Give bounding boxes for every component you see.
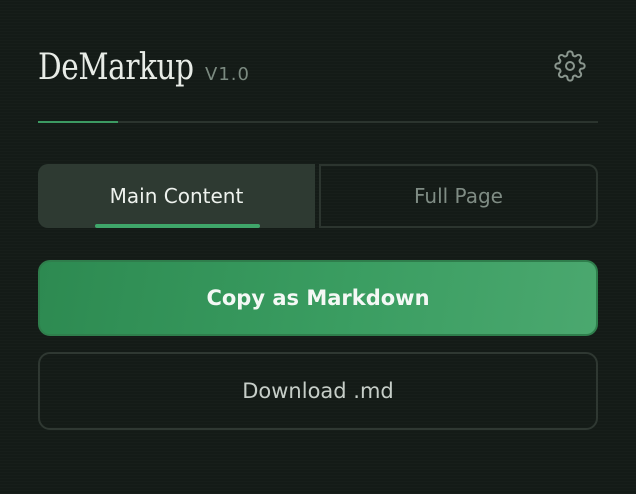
app-title: DeMarkup: [38, 47, 194, 88]
header-divider: [38, 121, 598, 123]
download-button-label: Download .md: [242, 379, 394, 403]
header: DeMarkup V1.0: [38, 44, 598, 94]
tab-main-content-label: Main Content: [109, 184, 244, 208]
copy-as-markdown-button[interactable]: Copy as Markdown: [38, 260, 598, 336]
settings-button[interactable]: [552, 48, 588, 84]
mode-tabs: Main Content Full Page: [38, 164, 598, 228]
gear-icon: [554, 50, 586, 82]
tab-full-page-label: Full Page: [414, 184, 503, 208]
download-md-button[interactable]: Download .md: [38, 352, 598, 430]
copy-button-label: Copy as Markdown: [206, 286, 430, 310]
active-tab-indicator: [95, 224, 260, 228]
extension-popup: DeMarkup V1.0 Main Content Full Page Cop…: [0, 0, 636, 494]
tab-main-content[interactable]: Main Content: [38, 164, 315, 228]
tab-full-page[interactable]: Full Page: [319, 164, 598, 228]
version-label: V1.0: [205, 64, 250, 85]
divider-accent: [38, 121, 118, 123]
